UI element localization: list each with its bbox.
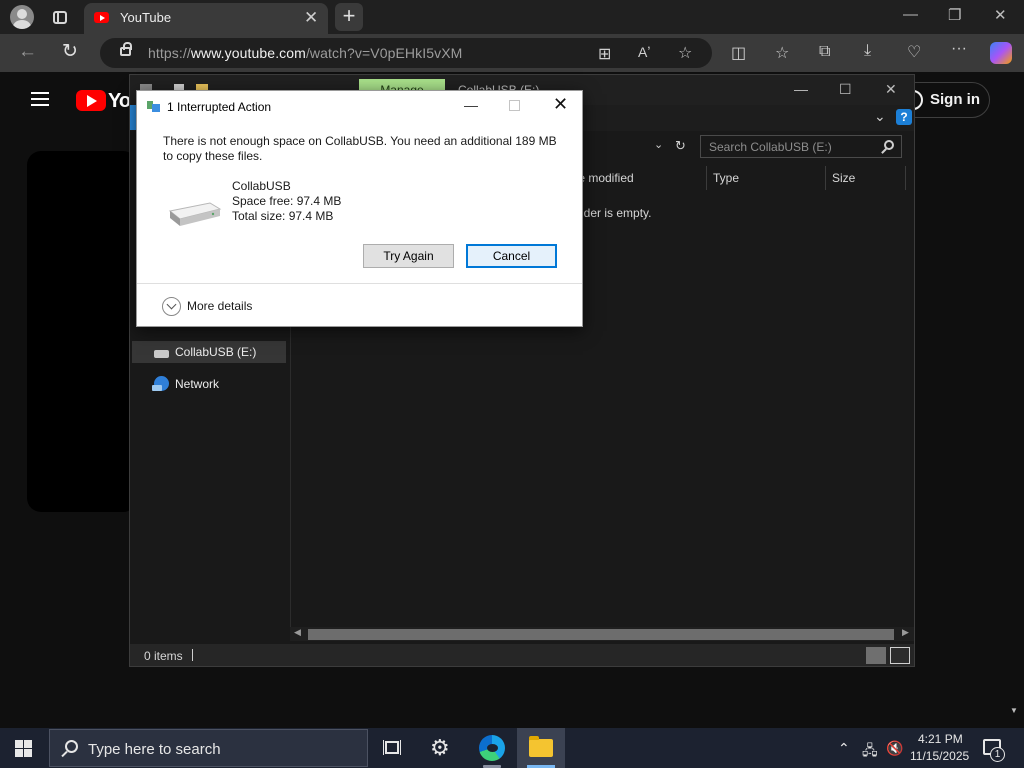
dialog-divider (137, 283, 582, 284)
show-hidden-icons-icon[interactable]: ⌃ (838, 740, 850, 757)
tab-title: YouTube (120, 10, 172, 25)
dialog-maximize-icon (509, 100, 520, 111)
taskbar: Type here to search ⚙ ⌃ 🖧 🔇 4:21 PM 11/1… (0, 728, 1024, 768)
close-window-icon[interactable]: ✕ (994, 6, 1007, 24)
more-menu-icon[interactable]: ··· (951, 40, 967, 58)
search-placeholder: Search CollabUSB (E:) (709, 140, 832, 154)
video-player[interactable] (27, 151, 137, 512)
status-divider (192, 649, 193, 661)
explorer-close-icon[interactable]: ✕ (885, 81, 897, 98)
browser-tab-bar: YouTube ✕ + — ❐ ✕ (0, 0, 1024, 34)
column-divider[interactable] (706, 166, 707, 190)
collections-icon[interactable]: ⧉ (819, 43, 830, 61)
address-bar[interactable]: https://www.youtube.com/watch?v=V0pEHkI5… (100, 38, 712, 68)
dialog-minimize-icon[interactable]: — (464, 97, 478, 113)
youtube-logo-icon[interactable] (76, 90, 106, 111)
profile-avatar-icon[interactable] (10, 5, 34, 29)
expand-chevron-icon[interactable] (162, 297, 181, 316)
scroll-down-arrow-icon[interactable]: ▼ (1010, 706, 1018, 715)
clock-time[interactable]: 4:21 PM (918, 732, 963, 746)
taskbar-search-box[interactable]: Type here to search (49, 729, 368, 767)
message-line: to copy these files. (163, 149, 263, 163)
status-bar: 0 items (130, 644, 914, 666)
search-icon (65, 740, 78, 753)
clock-date[interactable]: 11/15/2025 (910, 749, 969, 763)
nav-item-network[interactable]: Network (175, 377, 219, 391)
split-screen-icon[interactable]: ◫ (731, 43, 746, 63)
address-dropdown-icon[interactable]: ⌄ (654, 138, 663, 151)
minimize-icon[interactable]: — (903, 6, 918, 23)
drive-space-free: Space free: 97.4 MB (232, 194, 342, 208)
browser-essentials-icon[interactable]: ♡ (907, 42, 921, 62)
scroll-right-icon[interactable]: ▶ (902, 627, 909, 638)
ribbon-expand-icon[interactable]: ⌄ (874, 108, 886, 125)
edge-browser-icon[interactable] (479, 735, 505, 761)
explorer-minimize-icon[interactable]: — (794, 81, 808, 97)
refresh-icon[interactable]: ↻ (62, 40, 78, 63)
tab-actions-icon[interactable] (48, 6, 72, 28)
dialog-message: There is not enough space on CollabUSB. … (163, 134, 563, 164)
tab-youtube[interactable]: YouTube ✕ (84, 3, 328, 34)
details-view-icon[interactable] (866, 647, 886, 664)
interrupted-action-dialog: 1 Interrupted Action — ✕ There is not en… (136, 90, 583, 327)
file-explorer-icon[interactable] (529, 736, 553, 757)
scrollbar-thumb[interactable] (308, 629, 894, 640)
large-icons-view-icon[interactable] (890, 647, 910, 664)
refresh-icon[interactable]: ↻ (675, 138, 686, 154)
column-divider[interactable] (905, 166, 906, 190)
notification-badge: 1 (990, 747, 1005, 762)
help-icon[interactable]: ? (896, 109, 912, 125)
empty-folder-message: lder is empty. (581, 206, 652, 220)
tab-close-icon[interactable]: ✕ (304, 8, 318, 28)
try-again-button[interactable]: Try Again (363, 244, 454, 268)
new-tab-button[interactable]: + (335, 3, 363, 31)
cancel-button[interactable]: Cancel (466, 244, 557, 268)
column-divider[interactable] (825, 166, 826, 190)
sign-in-label: Sign in (930, 91, 980, 108)
column-header-type[interactable]: Type (713, 171, 739, 185)
copy-files-icon (147, 101, 160, 112)
hamburger-menu-icon[interactable] (31, 92, 49, 106)
lock-icon[interactable] (120, 42, 132, 56)
favorites-icon[interactable]: ☆ (775, 43, 789, 63)
read-aloud-icon[interactable]: Aʼ (638, 44, 650, 60)
nav-item-label[interactable]: CollabUSB (E:) (175, 345, 256, 359)
search-icon[interactable] (884, 140, 894, 150)
copilot-icon[interactable] (990, 42, 1012, 64)
scroll-left-icon[interactable]: ◀ (294, 627, 301, 638)
youtube-favicon-icon (94, 12, 109, 23)
network-status-icon[interactable]: 🖧 (862, 740, 878, 764)
back-arrow-icon[interactable]: ← (18, 41, 37, 63)
column-header-size[interactable]: Size (832, 171, 855, 185)
message-line: There is not enough space on CollabUSB. … (163, 134, 557, 148)
dialog-title-bar[interactable]: 1 Interrupted Action — ✕ (137, 91, 582, 121)
usb-drive-icon (154, 350, 169, 358)
browser-toolbar: ← ↻ https://www.youtube.com/watch?v=V0pE… (0, 34, 1024, 72)
drive-total-size: Total size: 97.4 MB (232, 209, 334, 223)
explorer-search-input[interactable]: Search CollabUSB (E:) (700, 135, 902, 158)
more-details-link[interactable]: More details (187, 299, 252, 313)
hard-drive-icon (168, 202, 222, 226)
explorer-maximize-icon[interactable]: ☐ (839, 81, 852, 98)
item-count: 0 items (144, 649, 183, 663)
column-header-date-modified[interactable]: te modified (575, 171, 634, 185)
dialog-title: 1 Interrupted Action (167, 100, 272, 114)
settings-gear-icon[interactable]: ⚙ (430, 735, 450, 761)
drive-name: CollabUSB (232, 179, 291, 193)
task-view-icon[interactable] (383, 739, 401, 756)
downloads-icon[interactable]: ⤓ (864, 42, 871, 60)
windows-start-icon[interactable] (15, 740, 32, 757)
search-placeholder: Type here to search (88, 741, 221, 758)
url-text: https://www.youtube.com/watch?v=V0pEHkI5… (148, 45, 463, 61)
network-icon (152, 376, 169, 391)
horizontal-scrollbar[interactable]: ◀ ▶ (290, 627, 914, 641)
favorite-star-icon[interactable]: ☆ (678, 43, 692, 63)
dialog-close-icon[interactable]: ✕ (553, 94, 568, 115)
app-available-icon[interactable]: ⊞ (598, 44, 611, 64)
restore-icon[interactable]: ❐ (948, 6, 961, 24)
volume-muted-icon[interactable]: 🔇 (886, 740, 903, 757)
